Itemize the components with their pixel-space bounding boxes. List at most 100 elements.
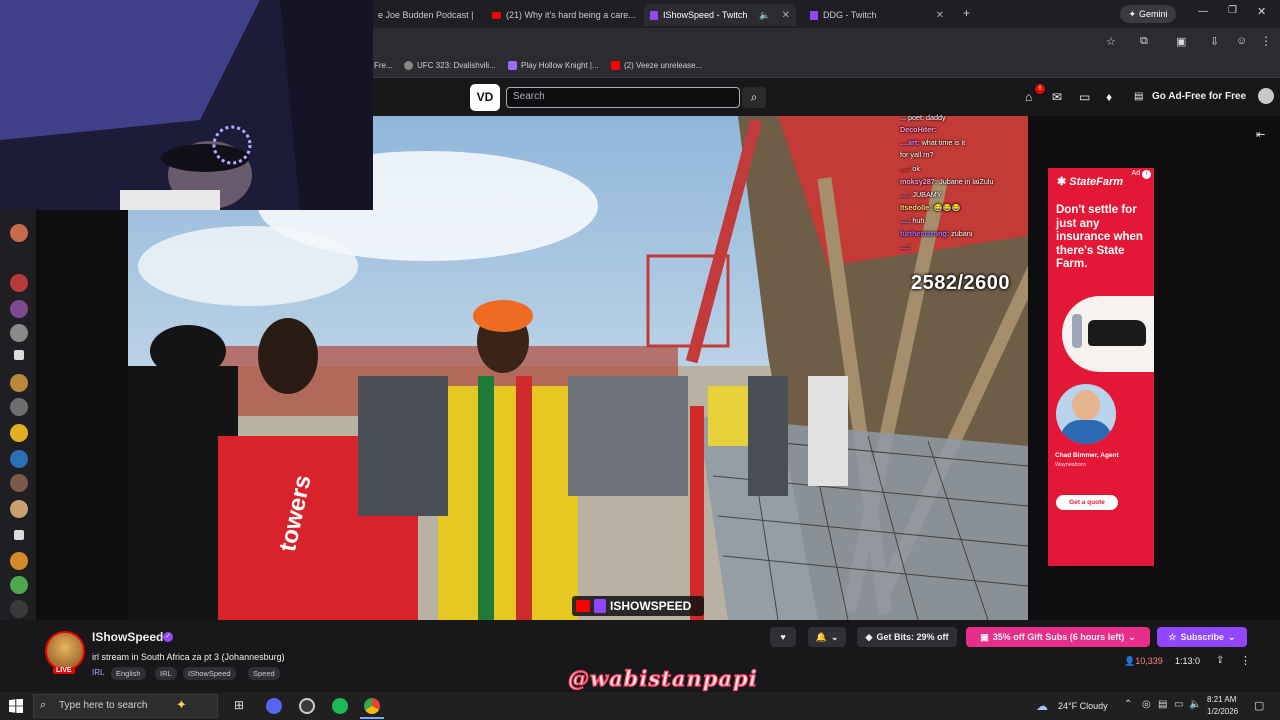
verified-icon: ✓: [163, 632, 173, 642]
clock-date[interactable]: 1/2/2026: [1207, 707, 1238, 716]
collapse-icon[interactable]: ⇤: [1256, 128, 1265, 141]
channel-avatar[interactable]: [45, 631, 85, 671]
restore-icon[interactable]: ❐: [1228, 5, 1237, 16]
volume-icon[interactable]: 🔈: [1189, 699, 1201, 710]
subscribe-button[interactable]: ☆ Subscribe ⌄: [1157, 627, 1247, 647]
menu-icon[interactable]: ⋮: [1260, 34, 1272, 48]
chevron-down-icon: ⌄: [1228, 631, 1236, 642]
statefarm-ad[interactable]: ✱ StateFarm Ad i Don't settle for just a…: [1048, 168, 1154, 566]
channel-avatar[interactable]: [10, 224, 28, 242]
user-avatar[interactable]: [1258, 88, 1274, 104]
tray-app-icon[interactable]: ▤: [1158, 699, 1167, 710]
channel-avatar[interactable]: [10, 576, 28, 594]
sidepanel-icon[interactable]: ▣: [1176, 35, 1186, 48]
bookmark-item[interactable]: Play Hollow Knight |...: [508, 61, 599, 70]
sparkle-icon: ✦: [176, 697, 187, 712]
discord-icon[interactable]: [266, 698, 282, 714]
channel-avatar[interactable]: [10, 324, 28, 342]
channel-avatar[interactable]: [10, 500, 28, 518]
tab-label: IShowSpeed - Twitch: [663, 10, 748, 20]
followed-channels-sidebar: [0, 210, 36, 620]
game-icon: [508, 61, 517, 70]
category-link[interactable]: IRL: [92, 668, 104, 677]
extensions-icon[interactable]: ⧉: [1140, 35, 1148, 48]
taskbar-search-input[interactable]: Type here to search: [33, 694, 218, 718]
inbox-icon[interactable]: ⌂: [1025, 90, 1032, 104]
ad-brand: ✱ StateFarm: [1057, 176, 1124, 188]
tab-youtube[interactable]: (21) Why it's hard being a care... ✕: [486, 4, 636, 26]
bookmark-item[interactable]: UFC 323: Dvalishvili...: [404, 61, 496, 70]
tab-ddg[interactable]: DDG - Twitch ✕: [804, 4, 950, 26]
mail-icon[interactable]: ✉: [1052, 90, 1062, 104]
star-icon[interactable]: ☆: [1106, 35, 1116, 48]
tab-ishowspeed[interactable]: IShowSpeed - Twitch 🔈 ✕: [644, 4, 796, 26]
new-tab-button[interactable]: +: [963, 6, 970, 20]
channel-avatar[interactable]: [10, 274, 28, 292]
agent-shirt: [1060, 420, 1112, 444]
search-input[interactable]: Search: [506, 87, 740, 108]
close-icon[interactable]: ✕: [936, 10, 944, 21]
ad-label: Ad: [1131, 170, 1140, 177]
gemini-button[interactable]: ✦ Gemini: [1120, 5, 1176, 23]
tag-pill[interactable]: English: [111, 667, 146, 680]
task-view-icon[interactable]: ⊞: [234, 698, 244, 712]
channel-avatar[interactable]: [10, 600, 28, 618]
get-quote-button[interactable]: Get a quote: [1056, 495, 1118, 510]
network-icon[interactable]: ▭: [1174, 699, 1183, 710]
channel-avatar[interactable]: [10, 300, 28, 318]
crown-icon[interactable]: ♦: [1106, 90, 1112, 104]
tab-joe-budden[interactable]: e Joe Budden Podcast |: [372, 4, 484, 26]
get-bits-button[interactable]: ◆ Get Bits: 29% off: [857, 627, 957, 647]
follow-button[interactable]: ♥: [770, 627, 796, 647]
bookmark-item[interactable]: (2) Veeze unrelease...: [611, 61, 702, 70]
live-badge: LIVE: [53, 667, 75, 674]
minimize-icon[interactable]: —: [1198, 6, 1208, 17]
tag-pill[interactable]: IShowSpeed: [183, 667, 236, 680]
channel-avatar[interactable]: [10, 424, 28, 442]
ad-free-link[interactable]: Go Ad-Free for Free: [1152, 91, 1246, 102]
gift-subs-button[interactable]: ▣ 35% off Gift Subs (6 hours left) ⌄: [966, 627, 1150, 647]
logo[interactable]: VD: [470, 84, 500, 111]
info-icon[interactable]: i: [1142, 170, 1151, 179]
search-icon: ⌕: [40, 699, 47, 711]
speaker-icon[interactable]: 🔈: [759, 10, 770, 21]
chevron-up-icon[interactable]: ⌃: [1124, 699, 1132, 710]
gift-icon: ▣: [980, 631, 989, 642]
channel-avatar[interactable]: [10, 398, 28, 416]
bits-icon: ◆: [865, 631, 873, 642]
cloud-icon: ☁: [1036, 699, 1048, 713]
notifications-button[interactable]: 🔔 ⌄: [808, 627, 846, 647]
chat-message: ... poet: daddy: [900, 113, 946, 122]
close-window-icon[interactable]: ✕: [1257, 5, 1266, 18]
chat-message: Itsedolle: 😂😂😂: [900, 203, 961, 212]
profile-icon[interactable]: ☺: [1236, 35, 1247, 47]
tray-app-icon[interactable]: ◎: [1142, 699, 1151, 710]
clock-time[interactable]: 8:21 AM: [1207, 695, 1236, 704]
channel-avatar[interactable]: [10, 474, 28, 492]
search-icon[interactable]: ⌕: [742, 87, 766, 108]
channel-name[interactable]: IShowSpeed: [92, 630, 163, 644]
channel-avatar[interactable]: [10, 450, 28, 468]
chat-message: for yall rn?: [900, 150, 934, 159]
weather-widget[interactable]: 24°F Cloudy: [1058, 701, 1108, 711]
gemini-icon: ✦: [1128, 8, 1137, 19]
agent-face: [1072, 390, 1100, 420]
tag-pill[interactable]: Speed: [248, 667, 280, 680]
chrome-icon[interactable]: [364, 698, 380, 714]
whispers-icon[interactable]: ▭: [1079, 90, 1090, 104]
close-icon[interactable]: ✕: [782, 10, 790, 21]
tag-pill[interactable]: IRL: [155, 667, 177, 680]
tab-label: (21) Why it's hard being a care...: [506, 10, 636, 20]
spotify-icon[interactable]: [332, 698, 348, 714]
notification-center-icon[interactable]: ▢: [1254, 699, 1264, 712]
share-icon[interactable]: ⇪: [1216, 655, 1224, 666]
download-icon[interactable]: ⇩: [1210, 35, 1219, 48]
agent-location: Waynesboro: [1055, 462, 1086, 468]
globe-icon: [404, 61, 413, 70]
channel-avatar[interactable]: [10, 552, 28, 570]
webcam-frame: [0, 0, 373, 210]
bookmark-item[interactable]: Fre...: [374, 61, 393, 70]
more-options-icon[interactable]: ⋮: [1240, 654, 1251, 667]
channel-avatar[interactable]: [10, 374, 28, 392]
obs-icon[interactable]: [299, 698, 315, 714]
